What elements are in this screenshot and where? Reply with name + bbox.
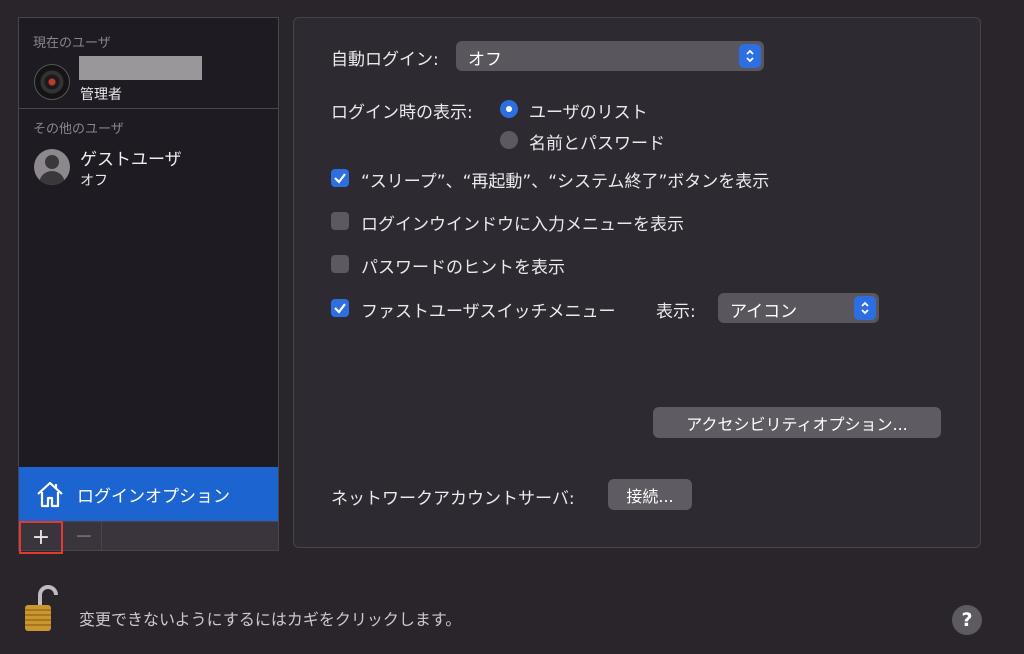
add-user-button[interactable]: +: [19, 521, 63, 554]
sidebar-bottom-bar: + −: [19, 521, 278, 554]
checkbox-fast-user-switch-label[interactable]: ファストユーザスイッチメニュー: [361, 297, 616, 322]
checkbox-input-menu[interactable]: [331, 212, 349, 230]
house-icon: [37, 481, 63, 508]
lock-hint-text: 変更できないようにするにはカギをクリックします。: [79, 610, 462, 629]
radio-user-list[interactable]: [500, 100, 518, 118]
admin-role: 管理者: [80, 87, 122, 103]
fast-switch-display-value: アイコン: [730, 302, 798, 322]
checkbox-input-menu-label[interactable]: ログインウインドウに入力メニューを表示: [361, 210, 684, 235]
user-list-sidebar: 現在のユーザ 管理者 その他のユーザ ゲストユーザ オフ ログインオプション +…: [18, 17, 279, 554]
checkbox-fast-user-switch[interactable]: [331, 299, 349, 317]
stepper-icon: [854, 296, 876, 320]
auto-login-value: オフ: [468, 50, 502, 70]
checkbox-sleep-restart-shutdown-label[interactable]: “スリープ”、“再起動”、“システム終了”ボタンを表示: [361, 167, 769, 192]
other-users-label: その他のユーザ: [33, 122, 124, 137]
guest-avatar-icon[interactable]: [34, 149, 70, 185]
lock-icon[interactable]: [24, 583, 58, 633]
auto-login-label: 自動ログイン:: [331, 50, 439, 70]
remove-user-button[interactable]: −: [67, 522, 102, 550]
fast-switch-display-popup[interactable]: アイコン: [718, 293, 879, 323]
login-display-label: ログイン時の表示:: [331, 103, 473, 123]
radio-user-list-label[interactable]: ユーザのリスト: [529, 98, 648, 123]
login-options-label: ログインオプション: [77, 486, 230, 507]
accessibility-options-button[interactable]: アクセシビリティオプション...: [653, 407, 941, 438]
network-connect-button[interactable]: 接続...: [608, 479, 692, 510]
network-server-label: ネットワークアカウントサーバ:: [331, 489, 575, 509]
checkbox-password-hints[interactable]: [331, 255, 349, 273]
auto-login-popup[interactable]: オフ: [456, 41, 764, 71]
login-options-item[interactable]: ログインオプション: [19, 467, 278, 521]
checkbox-password-hints-label[interactable]: パスワードのヒントを表示: [361, 253, 565, 278]
divider: [19, 108, 278, 109]
checkmark-icon: [334, 303, 346, 314]
help-icon[interactable]: ?: [952, 605, 982, 635]
stepper-icon: [739, 44, 761, 68]
guest-user-name[interactable]: ゲストユーザ: [80, 145, 182, 170]
checkmark-icon: [334, 173, 346, 184]
admin-avatar-icon[interactable]: [34, 64, 70, 100]
radio-name-password[interactable]: [500, 131, 518, 149]
fast-switch-display-label: 表示:: [656, 302, 696, 322]
current-users-label: 現在のユーザ: [33, 36, 111, 51]
radio-name-password-label[interactable]: 名前とパスワード: [529, 129, 665, 154]
guest-user-status: オフ: [80, 173, 108, 189]
checkbox-sleep-restart-shutdown[interactable]: [331, 169, 349, 187]
admin-name-redacted[interactable]: [79, 56, 202, 80]
login-options-panel: 自動ログイン: オフ ログイン時の表示: ユーザのリスト 名前とパスワード “ス…: [293, 17, 981, 548]
